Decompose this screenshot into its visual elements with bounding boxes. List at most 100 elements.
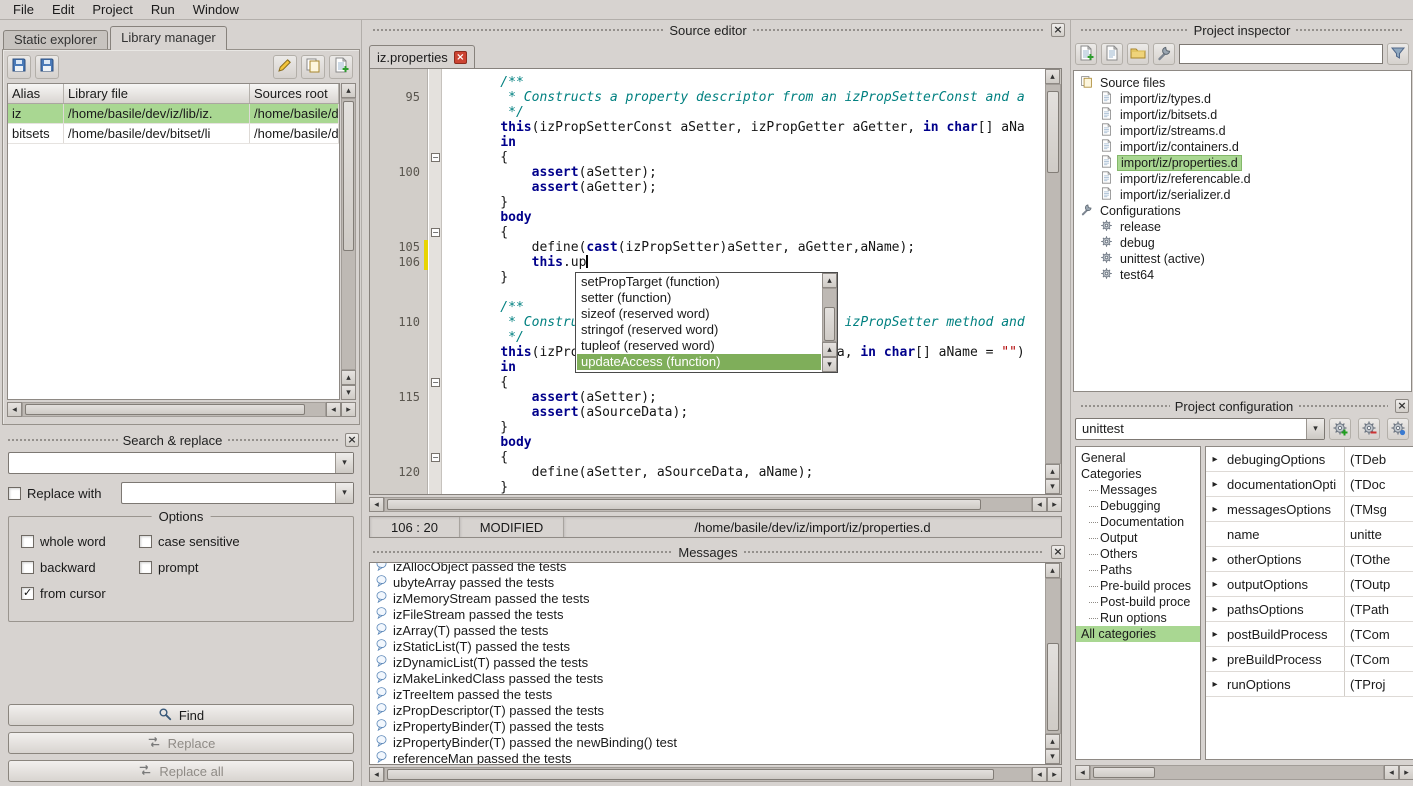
- completion-item[interactable]: tupleof (reserved word): [577, 338, 821, 354]
- code-line[interactable]: */: [469, 105, 1045, 120]
- scroll-button[interactable]: [1384, 765, 1399, 780]
- tree-item[interactable]: import/iz/types.d: [1074, 91, 1411, 107]
- save-libraries-button[interactable]: [7, 55, 31, 79]
- expand-arrow-icon[interactable]: [1206, 654, 1224, 665]
- replace-with-checkbox[interactable]: [8, 487, 21, 500]
- property-grid-row[interactable]: postBuildProcess(TCom: [1206, 622, 1413, 647]
- code-line[interactable]: this.up: [469, 255, 1045, 270]
- scroll-button[interactable]: [822, 273, 837, 288]
- property-grid-row[interactable]: outputOptions(TOutp: [1206, 572, 1413, 597]
- library-table-row[interactable]: iz/home/basile/dev/iz/lib/iz./home/basil…: [8, 104, 339, 124]
- tree-item[interactable]: release: [1074, 219, 1411, 235]
- category-item[interactable]: Categories: [1076, 466, 1200, 482]
- scroll-thumb[interactable]: [387, 499, 981, 510]
- dock-grip[interactable]: [752, 28, 1044, 33]
- message-row[interactable]: izPropDescriptor(T) passed the tests: [371, 702, 1045, 718]
- message-row[interactable]: izAllocObject passed the tests: [371, 562, 1045, 574]
- tree-item[interactable]: unittest (active): [1074, 251, 1411, 267]
- tree-item[interactable]: debug: [1074, 235, 1411, 251]
- code-line[interactable]: {: [469, 225, 1045, 240]
- message-row[interactable]: izDynamicList(T) passed the tests: [371, 654, 1045, 670]
- filter-button[interactable]: [1387, 43, 1409, 65]
- expand-arrow-icon[interactable]: [1206, 629, 1224, 640]
- scroll-button[interactable]: [341, 402, 356, 417]
- scroll-button[interactable]: [341, 385, 356, 400]
- category-item[interactable]: General: [1076, 450, 1200, 466]
- code-line[interactable]: {: [469, 150, 1045, 165]
- fold-toggle-icon[interactable]: [431, 453, 440, 462]
- completion-item[interactable]: stringof (reserved word): [577, 322, 821, 338]
- edit-alias-button[interactable]: [273, 55, 297, 79]
- replace-button[interactable]: Replace: [8, 732, 354, 754]
- tree-item[interactable]: Source files: [1074, 75, 1411, 91]
- new-source-button[interactable]: [1101, 43, 1123, 65]
- close-source-editor-button[interactable]: [1051, 23, 1065, 37]
- code-line[interactable]: }: [469, 195, 1045, 210]
- tab-library-manager[interactable]: Library manager: [110, 26, 227, 50]
- library-column-header[interactable]: Library file: [64, 84, 250, 103]
- category-item[interactable]: Documentation: [1076, 514, 1200, 530]
- property-grid-row[interactable]: documentationOpti(TDoc: [1206, 472, 1413, 497]
- category-item[interactable]: Pre-build proces: [1076, 578, 1200, 594]
- tree-item[interactable]: import/iz/bitsets.d: [1074, 107, 1411, 123]
- tree-item[interactable]: import/iz/referencable.d: [1074, 171, 1411, 187]
- option-checkbox-whole-word[interactable]: [21, 535, 34, 548]
- category-item[interactable]: Paths: [1076, 562, 1200, 578]
- add-source-button[interactable]: [1075, 43, 1097, 65]
- scroll-button[interactable]: [822, 342, 837, 357]
- message-row[interactable]: izArray(T) passed the tests: [371, 622, 1045, 638]
- clone-configuration-button[interactable]: [1387, 418, 1409, 440]
- code-line[interactable]: define(cast(izPropSetter)aSetter, aGette…: [469, 240, 1045, 255]
- messages-hscrollbar[interactable]: [369, 767, 1062, 782]
- scroll-track[interactable]: [1090, 765, 1384, 780]
- completion-item[interactable]: sizeof (reserved word): [577, 306, 821, 322]
- category-item[interactable]: Others: [1076, 546, 1200, 562]
- scroll-button[interactable]: [1032, 767, 1047, 782]
- add-library-button[interactable]: [329, 55, 353, 79]
- message-row[interactable]: izMemoryStream passed the tests: [371, 590, 1045, 606]
- expand-arrow-icon[interactable]: [1206, 454, 1224, 465]
- library-column-header[interactable]: Alias: [8, 84, 64, 103]
- code-line[interactable]: this(izPropSetterConst aSetter, izPropGe…: [469, 120, 1045, 135]
- editor-vscrollbar[interactable]: [1045, 69, 1061, 494]
- scroll-button[interactable]: [326, 402, 341, 417]
- category-item[interactable]: Debugging: [1076, 498, 1200, 514]
- tree-item[interactable]: test64: [1074, 267, 1411, 283]
- scroll-button[interactable]: [341, 83, 356, 98]
- scroll-button[interactable]: [1047, 767, 1062, 782]
- menu-item-window[interactable]: Window: [184, 0, 248, 19]
- chevron-down-icon[interactable]: [335, 453, 353, 473]
- message-row[interactable]: izPropertyBinder(T) passed the tests: [371, 718, 1045, 734]
- scroll-track[interactable]: [341, 98, 356, 370]
- scroll-track[interactable]: [384, 767, 1032, 782]
- message-row[interactable]: ubyteArray passed the tests: [371, 574, 1045, 590]
- property-grid-row[interactable]: pathsOptions(TPath: [1206, 597, 1413, 622]
- tree-item[interactable]: import/iz/properties.d: [1074, 155, 1411, 171]
- scroll-button[interactable]: [7, 402, 22, 417]
- code-line[interactable]: body: [469, 435, 1045, 450]
- edit-library-button[interactable]: [301, 55, 325, 79]
- library-table-row[interactable]: bitsets/home/basile/dev/bitset/li/home/b…: [8, 124, 339, 144]
- code-line[interactable]: assert(aGetter);: [469, 180, 1045, 195]
- code-line[interactable]: * Constructs a property descriptor from …: [469, 90, 1045, 105]
- completion-item[interactable]: updateAccess (function): [577, 354, 821, 370]
- find-button[interactable]: Find: [8, 704, 354, 726]
- expand-arrow-icon[interactable]: [1206, 504, 1224, 515]
- code-line[interactable]: in: [469, 135, 1045, 150]
- property-grid-row[interactable]: messagesOptions(TMsg: [1206, 497, 1413, 522]
- dock-grip[interactable]: [1080, 28, 1189, 33]
- remove-configuration-button[interactable]: [1358, 418, 1380, 440]
- option-checkbox-from-cursor[interactable]: [21, 587, 34, 600]
- scroll-button[interactable]: [1045, 464, 1060, 479]
- property-grid-row[interactable]: debugingOptions(TDeb: [1206, 447, 1413, 472]
- fold-toggle-icon[interactable]: [431, 153, 440, 162]
- scroll-thumb[interactable]: [1047, 91, 1059, 173]
- scroll-button[interactable]: [369, 767, 384, 782]
- library-table-vscrollbar[interactable]: [341, 83, 356, 400]
- code-line[interactable]: assert(aSetter);: [469, 390, 1045, 405]
- tab-static-explorer[interactable]: Static explorer: [3, 30, 108, 50]
- scroll-button[interactable]: [1045, 69, 1060, 84]
- dock-grip[interactable]: [7, 438, 118, 443]
- code-line[interactable]: assert(aSetter);: [469, 165, 1045, 180]
- scroll-button[interactable]: [1047, 497, 1062, 512]
